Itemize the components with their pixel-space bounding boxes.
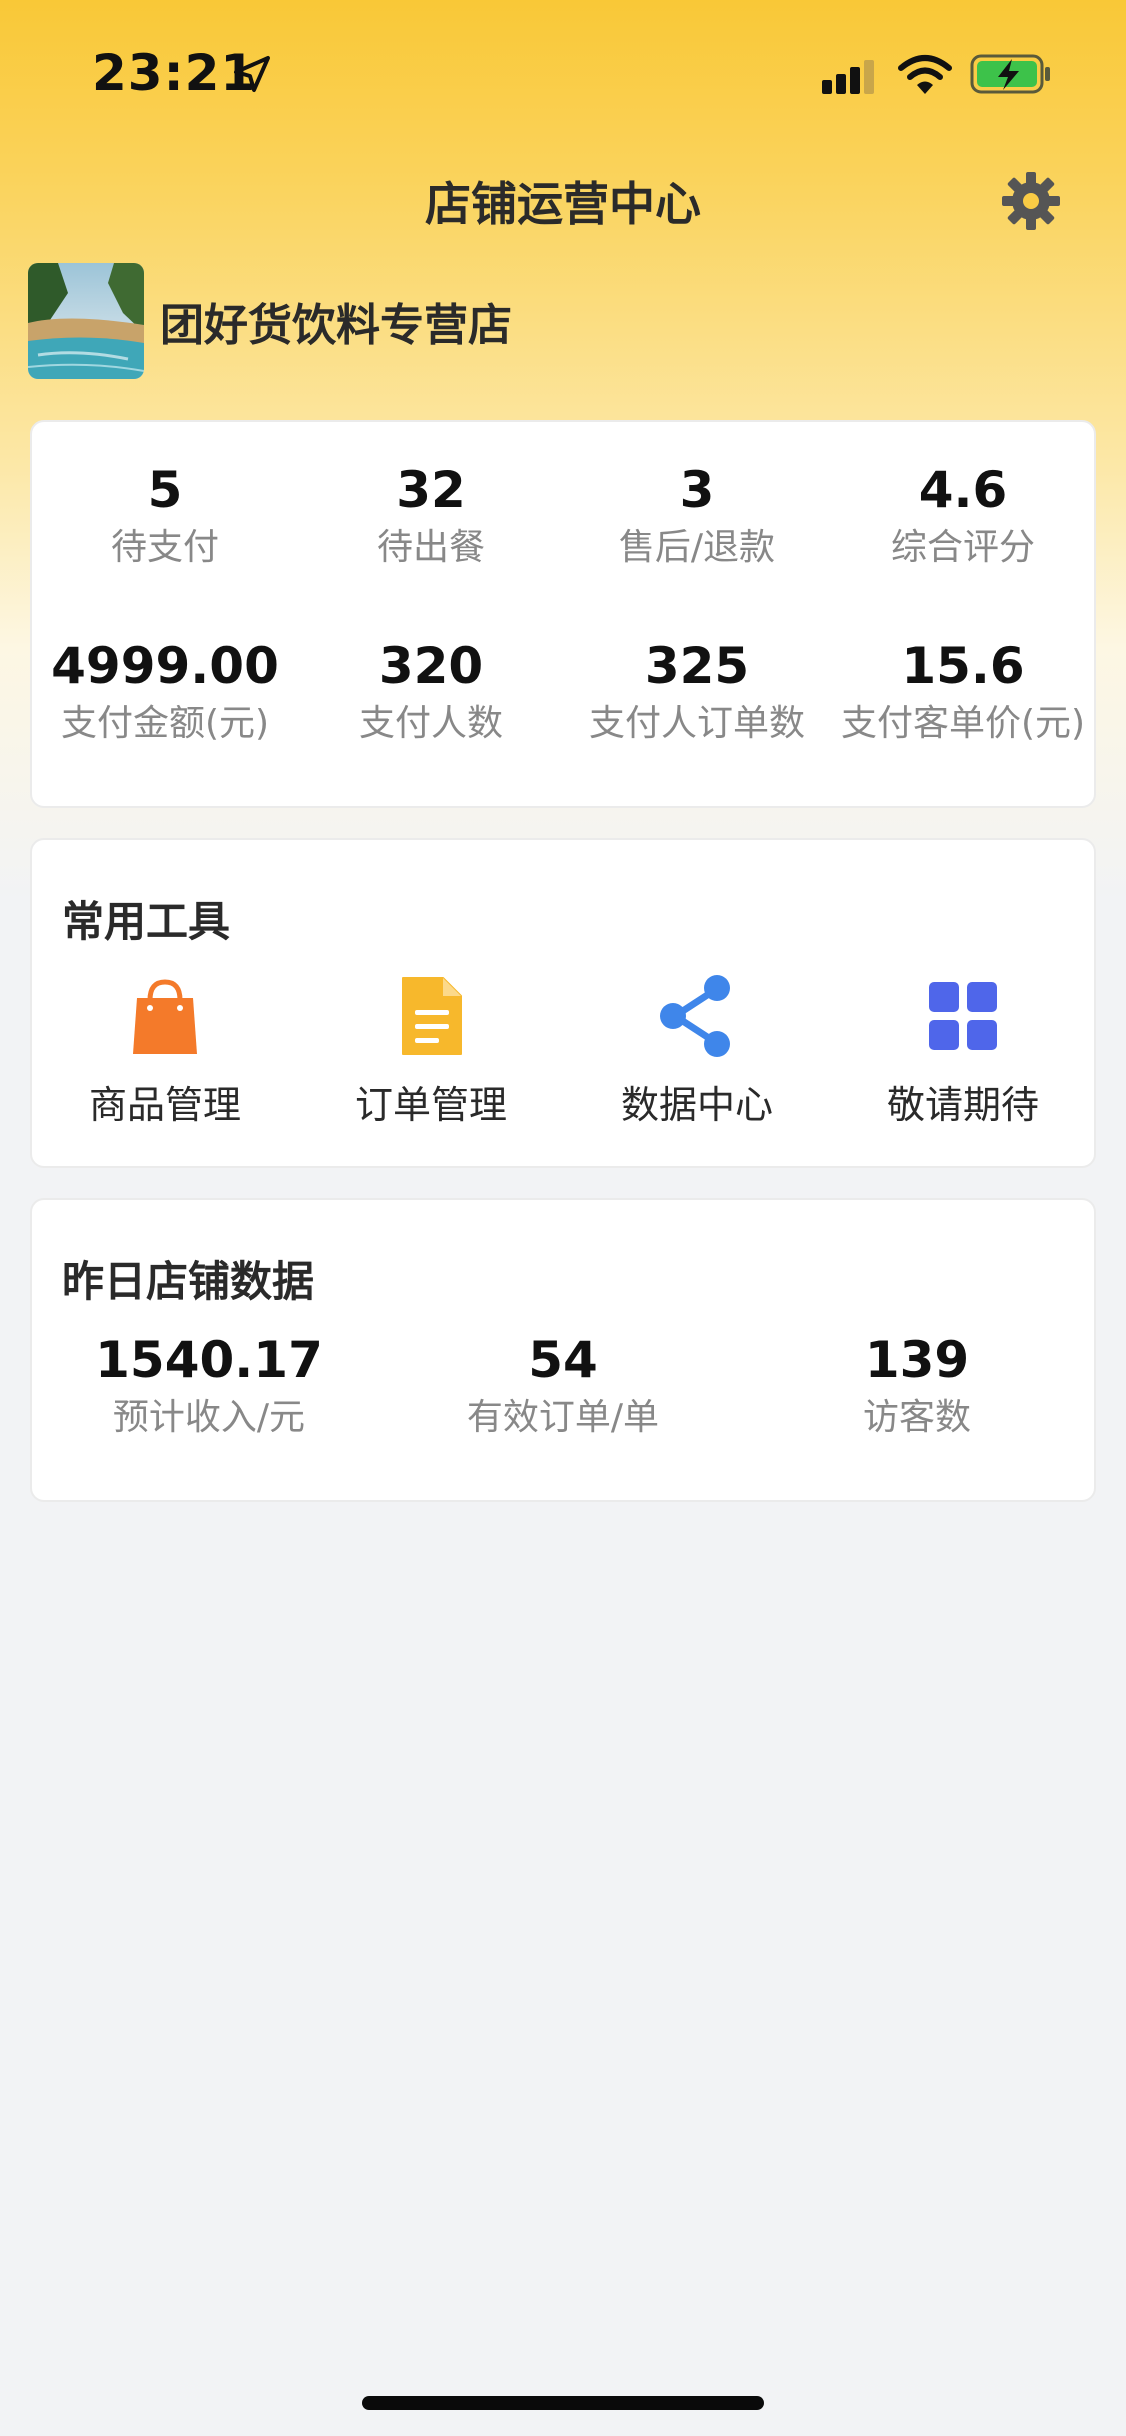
stat-value: 3	[679, 461, 715, 519]
stat-value: 32	[396, 461, 466, 519]
stat-label: 支付金额(元)	[60, 703, 270, 744]
gear-icon[interactable]	[1000, 170, 1062, 232]
stat-payers: 320 支付人数	[298, 636, 564, 748]
stat-value: 320	[378, 637, 484, 695]
stat-valid-orders: 54 有效订单/单	[386, 1330, 740, 1442]
tool-label: 商品管理	[88, 1083, 241, 1127]
stat-payment-amount: 4999.00 支付金额(元)	[32, 636, 298, 748]
stat-value: 54	[528, 1331, 598, 1389]
stat-value: 4.6	[918, 461, 1008, 519]
stat-value: 15.6	[901, 637, 1025, 695]
stat-estimated-income: 1540.17 预计收入/元	[32, 1330, 386, 1442]
tool-label: 数据中心	[620, 1083, 773, 1127]
share-icon	[660, 975, 730, 1057]
stat-rating[interactable]: 4.6 综合评分	[830, 460, 1096, 572]
stat-label: 售后/退款	[618, 527, 776, 568]
wifi-icon	[898, 55, 952, 94]
yesterday-card: 昨日店铺数据 1540.17 预计收入/元 54 有效订单/单 139 访客数	[30, 1198, 1096, 1502]
tool-data-center[interactable]: 数据中心	[564, 974, 830, 1129]
location-arrow-icon	[234, 56, 270, 92]
stat-label: 支付人订单数	[588, 703, 805, 744]
tool-product-management[interactable]: 商品管理	[32, 974, 298, 1129]
stat-value: 4999.00	[51, 637, 279, 695]
stat-avg-order-value: 15.6 支付客单价(元)	[830, 636, 1096, 748]
stat-label: 支付客单价(元)	[840, 703, 1086, 744]
page-title: 店铺运营中心	[425, 177, 701, 231]
stats-card: 5 待支付 32 待出餐 3 售后/退款 4.6 综合评分 4999.00 支付…	[30, 420, 1096, 808]
stat-payer-orders: 325 支付人订单数	[564, 636, 830, 748]
status-bar: 23:21	[0, 0, 1126, 150]
stat-value: 325	[644, 637, 750, 695]
store-header[interactable]: 团好货饮料专营店	[28, 262, 512, 380]
stat-label: 访客数	[862, 1397, 971, 1438]
stat-after-sales[interactable]: 3 售后/退款	[564, 460, 830, 572]
cellular-signal-icon	[822, 60, 874, 94]
stat-pending-payment[interactable]: 5 待支付	[32, 460, 298, 572]
shopping-bag-icon	[133, 979, 197, 1054]
stat-value: 1540.17	[95, 1331, 323, 1389]
store-name: 团好货饮料专营店	[160, 300, 512, 351]
yesterday-title: 昨日店铺数据	[62, 1257, 315, 1306]
tools-card: 常用工具 商品管理 订单管理 数据中心 敬请期待	[30, 838, 1096, 1168]
stat-label: 有效订单/单	[466, 1397, 660, 1438]
tool-order-management[interactable]: 订单管理	[298, 974, 564, 1129]
battery-charging-icon	[970, 54, 1050, 94]
stat-label: 支付人数	[358, 703, 503, 744]
tool-label: 订单管理	[354, 1083, 507, 1127]
stat-value: 139	[864, 1331, 970, 1389]
stat-value: 5	[147, 461, 183, 519]
stat-label: 待出餐	[376, 527, 485, 568]
stat-pending-meal[interactable]: 32 待出餐	[298, 460, 564, 572]
stat-label: 待支付	[110, 527, 219, 568]
stat-label: 预计收入/元	[112, 1397, 306, 1438]
stat-visitors: 139 访客数	[740, 1330, 1094, 1442]
tool-label: 敬请期待	[886, 1083, 1039, 1127]
store-avatar	[28, 263, 144, 379]
document-icon	[402, 977, 462, 1055]
home-indicator[interactable]	[362, 2396, 764, 2410]
tools-title: 常用工具	[62, 897, 231, 946]
tool-coming-soon[interactable]: 敬请期待	[830, 974, 1096, 1129]
grid-icon	[929, 982, 997, 1050]
stat-label: 综合评分	[890, 527, 1035, 568]
